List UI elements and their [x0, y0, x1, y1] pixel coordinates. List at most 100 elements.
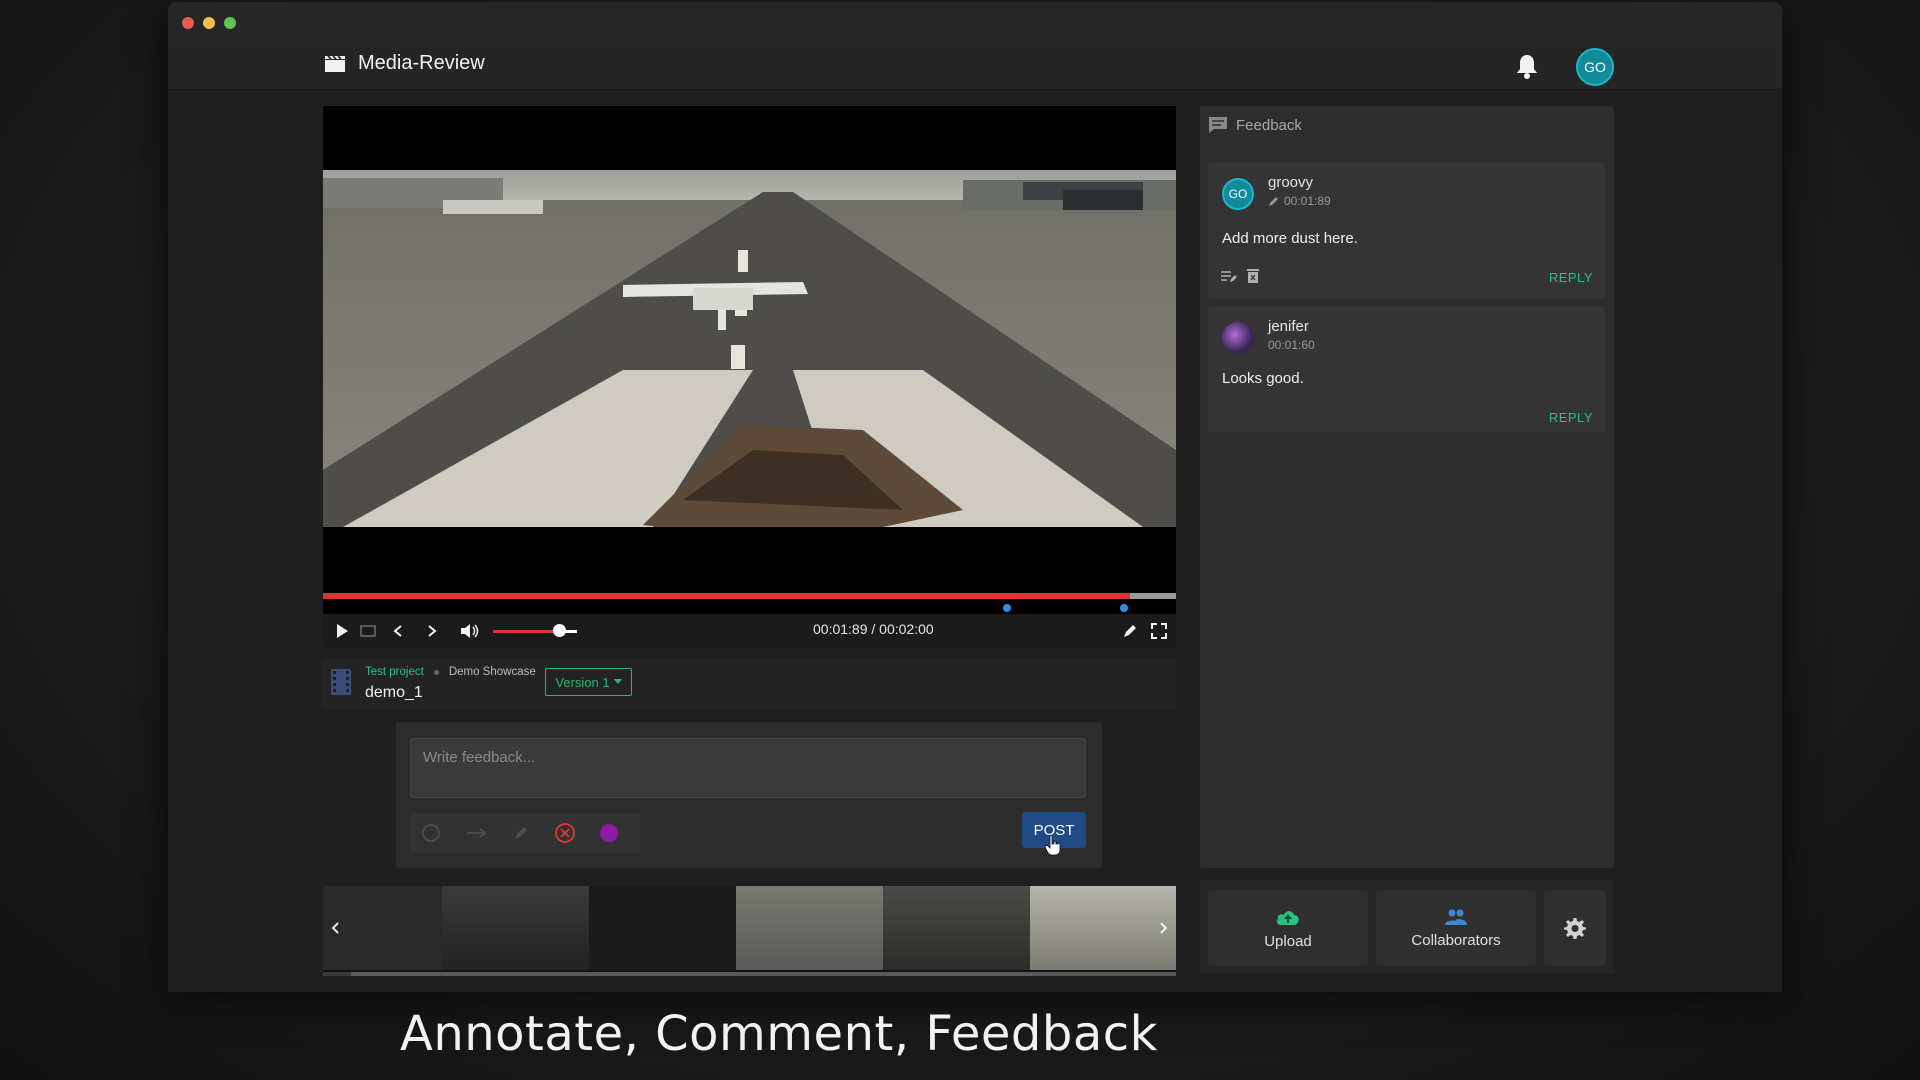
- breadcrumb-project-link[interactable]: Test project: [365, 666, 424, 678]
- mouse-pointer-icon: [1044, 834, 1061, 856]
- breadcrumb-showcase-link[interactable]: Demo Showcase: [449, 666, 536, 678]
- play-icon: [337, 624, 348, 638]
- volume-icon: [461, 624, 479, 638]
- color-picker-button[interactable]: [598, 822, 620, 844]
- app-window: Media-Review GO 00:01:89 / 00:02:00 Test…: [168, 2, 1782, 992]
- filmstrip-thumbnail[interactable]: [883, 886, 1030, 970]
- video-frame[interactable]: [323, 170, 1176, 527]
- comment-marker[interactable]: [1003, 604, 1012, 612]
- comment-card[interactable]: GO groovy 00:01:89 Add more dust here. R…: [1208, 162, 1605, 298]
- film-strip-icon: [331, 669, 351, 695]
- app-title: Media-Review: [358, 52, 485, 74]
- previous-frame-button[interactable]: [387, 620, 409, 642]
- comment-timestamp[interactable]: 00:01:89: [1268, 194, 1331, 208]
- arrow-icon: [467, 828, 487, 838]
- comment-avatar: [1222, 322, 1254, 354]
- video-player[interactable]: 00:01:89 / 00:02:00: [323, 106, 1176, 647]
- seek-bar[interactable]: [323, 593, 1176, 599]
- minimize-window-button[interactable]: [203, 17, 215, 29]
- loop-button[interactable]: [357, 620, 379, 642]
- caption-text: Annotate, Comment, Feedback: [400, 1006, 1158, 1062]
- delete-icon[interactable]: [1246, 268, 1260, 284]
- maximize-window-button[interactable]: [224, 17, 236, 29]
- timecode: 00:01:89 / 00:02:00: [813, 621, 934, 637]
- volume-slider-handle[interactable]: [553, 624, 566, 637]
- feedback-title: Feedback: [1236, 116, 1302, 134]
- comment-author: jenifer: [1268, 318, 1309, 335]
- upload-button[interactable]: Upload: [1208, 890, 1368, 966]
- next-frame-button[interactable]: [421, 620, 443, 642]
- file-name: demo_1: [365, 684, 423, 701]
- pencil-icon: [1269, 197, 1278, 206]
- filmstrip-next-button[interactable]: [1154, 916, 1174, 940]
- pencil-icon: [515, 827, 527, 839]
- version-filmstrip: [323, 886, 1176, 974]
- comment-actions: [1220, 268, 1260, 284]
- comment-author: groovy: [1268, 174, 1314, 191]
- caret-down-icon: [613, 679, 622, 684]
- app-header: Media-Review GO: [168, 42, 1782, 90]
- fullscreen-icon: [1151, 623, 1167, 639]
- circle-icon: [422, 824, 440, 842]
- action-panel: Upload Collaborators: [1200, 880, 1614, 974]
- comment-icon: [1209, 117, 1227, 133]
- loop-icon: [360, 625, 376, 637]
- filmstrip-thumbnail[interactable]: [736, 886, 883, 970]
- filmstrip-thumbnail[interactable]: [442, 886, 589, 970]
- clapperboard-icon: [325, 54, 345, 72]
- filmstrip-scrollbar-thumb[interactable]: [351, 972, 1176, 976]
- edit-comment-icon[interactable]: [1220, 268, 1238, 284]
- cloud-upload-icon: [1277, 910, 1299, 925]
- comment-card[interactable]: jenifer 00:01:60 Looks good. REPLY: [1208, 306, 1605, 432]
- close-window-button[interactable]: [182, 17, 194, 29]
- seek-bar-progress: [323, 593, 1130, 599]
- reply-button[interactable]: REPLY: [1549, 410, 1593, 425]
- color-swatch-icon: [600, 824, 618, 842]
- fullscreen-button[interactable]: [1148, 620, 1170, 642]
- version-dropdown[interactable]: Version 1: [545, 668, 632, 696]
- filmstrip-prev-button[interactable]: [325, 916, 345, 940]
- breadcrumb-separator: [433, 669, 439, 675]
- pen-tool-button[interactable]: [510, 822, 532, 844]
- annotation-toolbar: [410, 813, 640, 853]
- filmstrip-scrollbar[interactable]: [323, 972, 1176, 976]
- chevron-left-icon: [393, 625, 402, 637]
- feedback-header: Feedback: [1208, 116, 1302, 134]
- gear-icon: [1564, 918, 1586, 939]
- close-circle-icon: [555, 823, 575, 843]
- comment-marker[interactable]: [1119, 604, 1128, 612]
- chevron-left-icon: [331, 922, 339, 934]
- volume-slider-fill: [493, 630, 559, 633]
- filmstrip-thumbnail[interactable]: [589, 886, 736, 970]
- draw-annotation-button[interactable]: [1119, 620, 1141, 642]
- title-bar: [168, 2, 1782, 42]
- version-dropdown-label: Version 1: [555, 674, 610, 690]
- chevron-right-icon: [1160, 922, 1168, 934]
- comment-timestamp[interactable]: 00:01:60: [1268, 338, 1315, 352]
- collaborators-label: Collaborators: [1411, 931, 1501, 949]
- comment-time: 00:01:89: [1284, 194, 1331, 208]
- reply-button[interactable]: REPLY: [1549, 270, 1593, 285]
- clear-annotations-button[interactable]: [554, 822, 576, 844]
- media-info-bar: Test project Demo Showcase demo_1 Versio…: [323, 658, 1176, 710]
- chevron-right-icon: [428, 625, 437, 637]
- collaborators-button[interactable]: Collaborators: [1376, 890, 1536, 966]
- arrow-tool-button[interactable]: [466, 822, 488, 844]
- comment-text: Add more dust here.: [1222, 230, 1358, 247]
- settings-button[interactable]: [1544, 890, 1606, 966]
- brand[interactable]: Media-Review: [324, 52, 485, 75]
- feedback-composer: POST: [396, 722, 1102, 868]
- comment-text: Looks good.: [1222, 370, 1304, 387]
- play-button[interactable]: [331, 620, 353, 642]
- feedback-input[interactable]: [410, 738, 1086, 798]
- player-controls: 00:01:89 / 00:02:00: [323, 614, 1176, 647]
- breadcrumb: Test project Demo Showcase: [365, 666, 536, 678]
- circle-tool-button[interactable]: [420, 822, 442, 844]
- people-icon: [1445, 909, 1467, 925]
- feedback-panel: Feedback GO groovy 00:01:89 Add more dus…: [1200, 106, 1614, 868]
- notification-bell-icon[interactable]: [1514, 52, 1540, 80]
- comment-avatar: GO: [1222, 178, 1254, 210]
- user-avatar[interactable]: GO: [1576, 48, 1614, 86]
- comment-time: 00:01:60: [1268, 338, 1315, 352]
- mute-button[interactable]: [459, 620, 481, 642]
